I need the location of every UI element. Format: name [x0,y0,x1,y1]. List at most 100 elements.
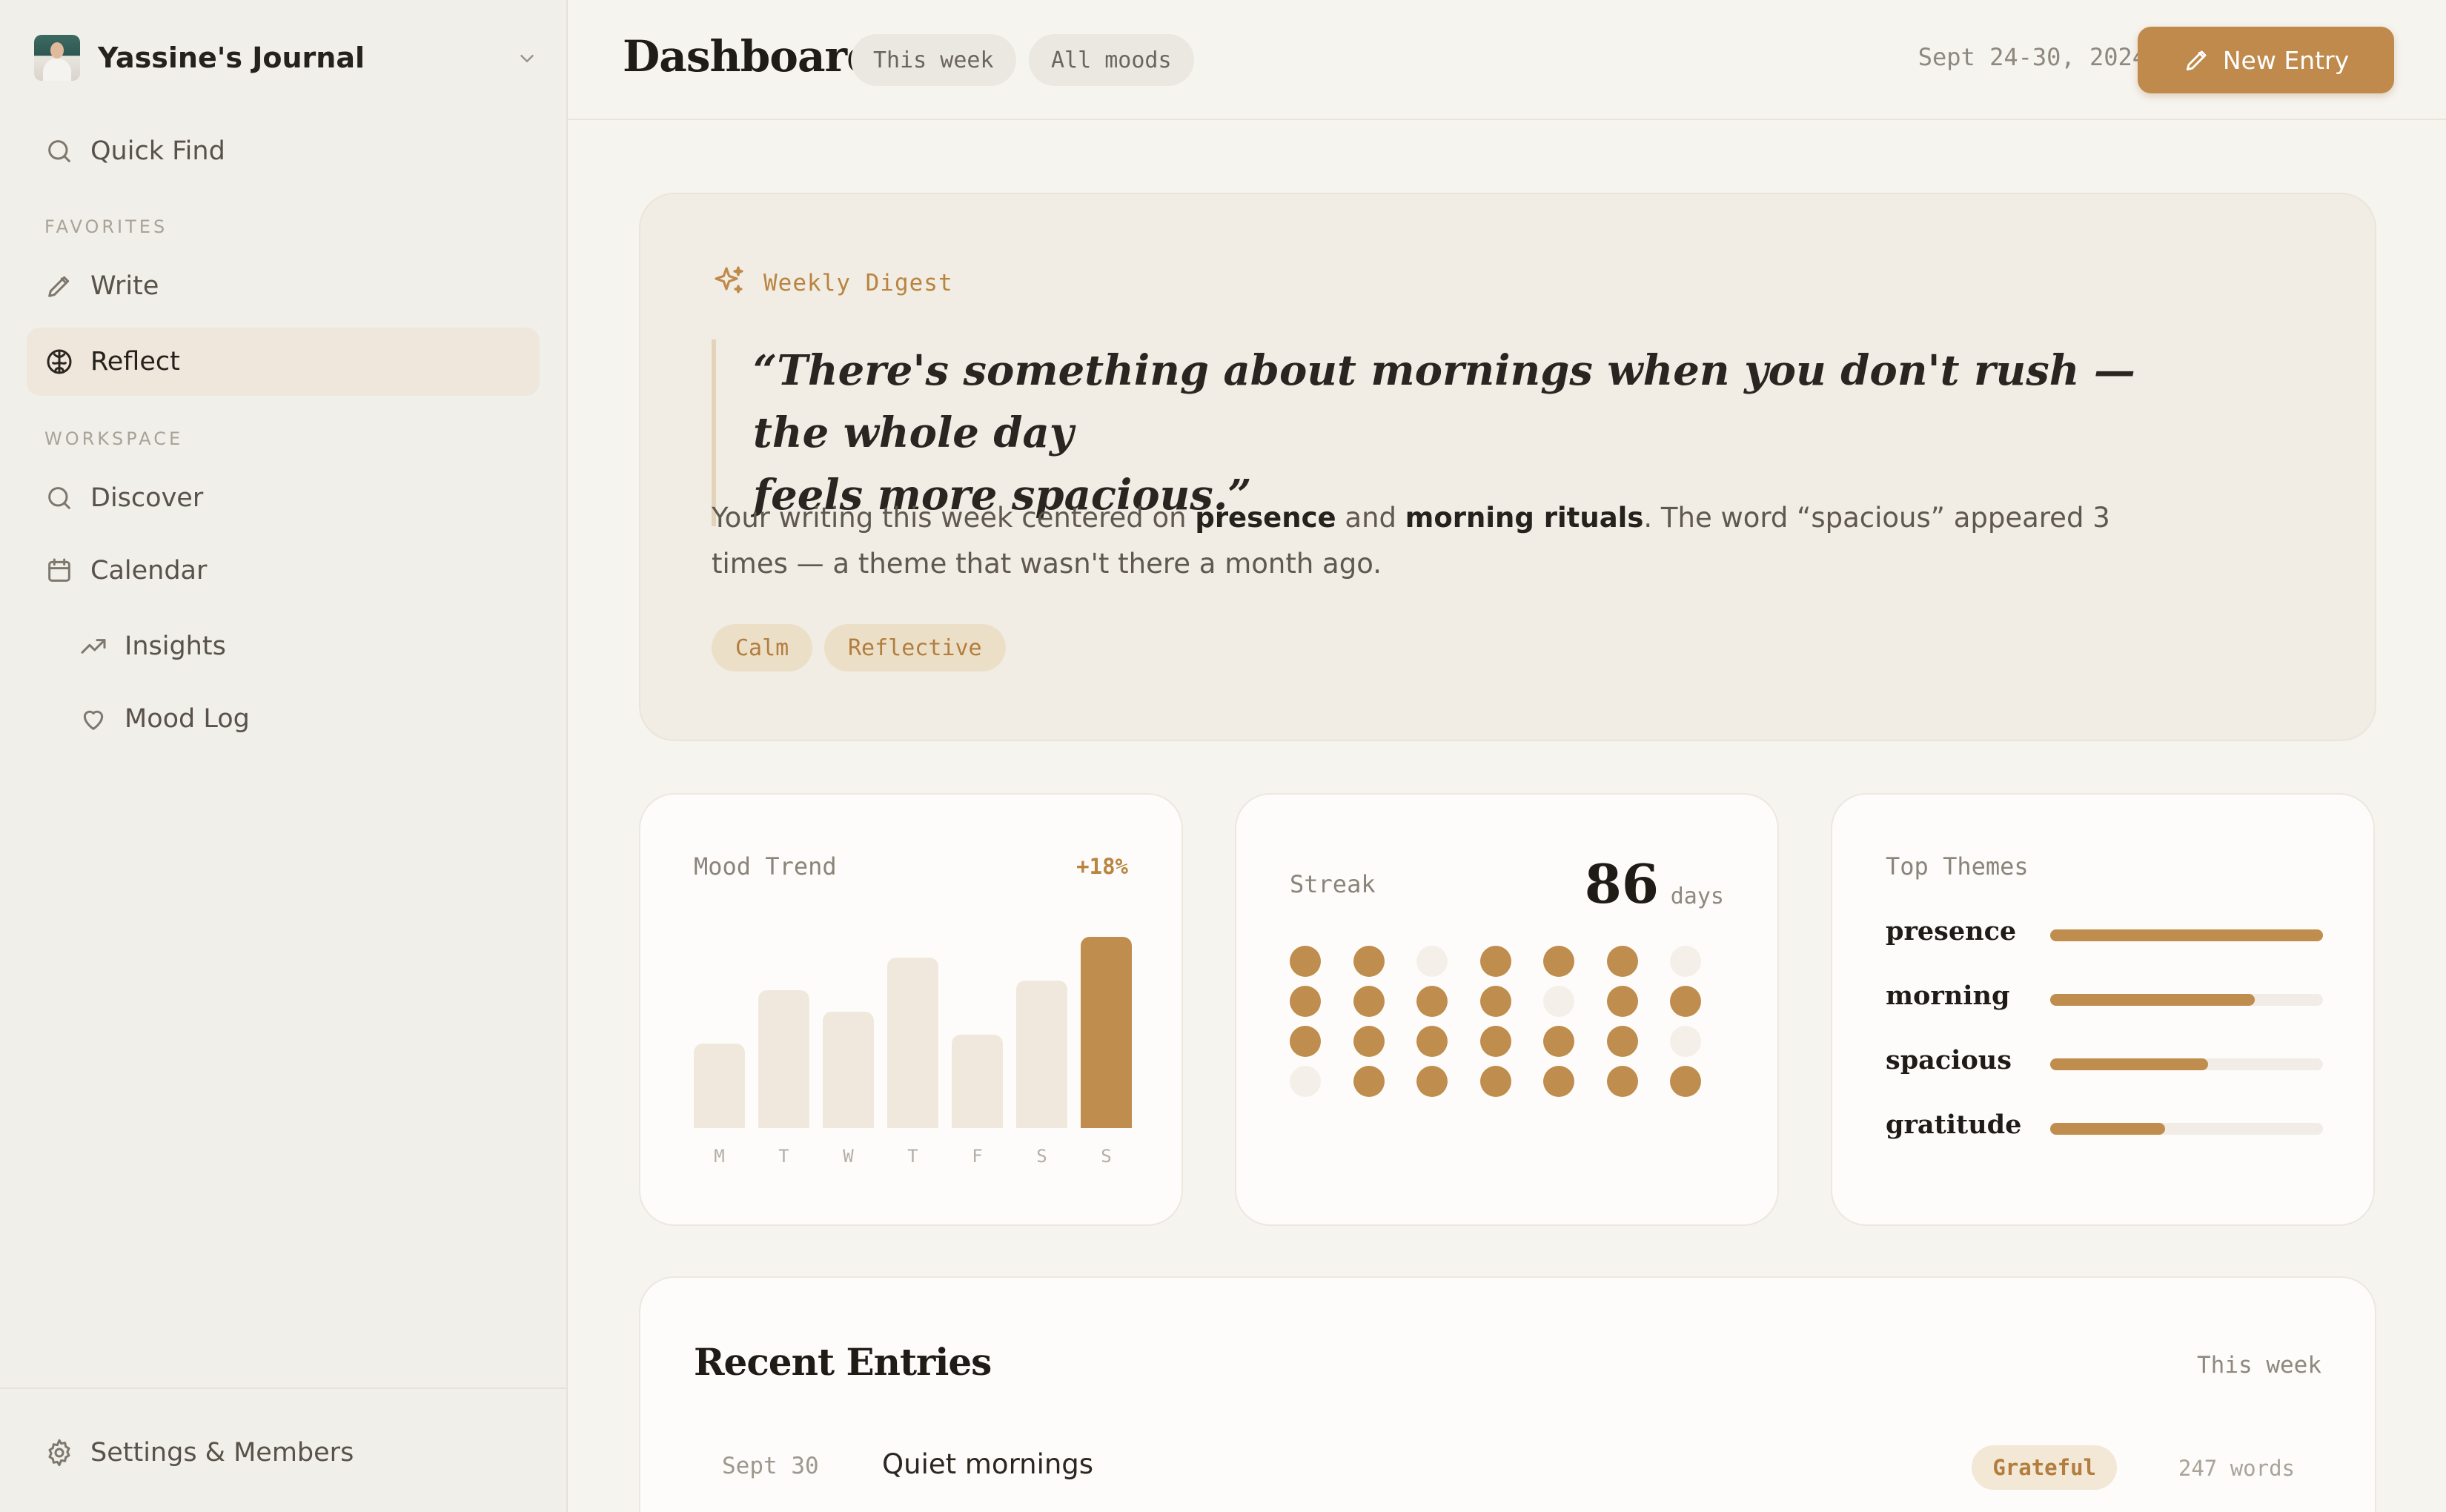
sidebar-item-label: Calendar [90,556,208,586]
streak-dot [1416,1026,1448,1057]
tag-reflective[interactable]: Reflective [824,624,1006,672]
summary-text: Your writing this week centered on [712,502,1196,534]
recent-entries-card: Recent Entries This week Sept 30 Quiet m… [639,1276,2376,1512]
streak-dot [1416,946,1448,977]
streak-dot [1290,946,1321,977]
weekly-digest-header: Weekly Digest [712,264,953,302]
quick-find[interactable]: Quick Find [27,117,540,185]
sidebar-item-label: Mood Log [125,704,250,734]
theme-bar-fill [2050,929,2323,941]
mood-bar[interactable] [823,1012,874,1128]
filter-all-moods[interactable]: All moods [1029,34,1194,86]
top-bar: Dashboard This week All moods Sept 24-30… [568,0,2446,120]
entry-date: Sept 30 [722,1453,819,1479]
mood-bar[interactable] [887,958,938,1128]
sidebar-item-calendar[interactable]: Calendar [27,537,540,605]
streak-dot [1670,1066,1701,1097]
sidebar-item-mood-log[interactable]: Mood Log [27,685,540,753]
chevron-down-icon [516,47,538,73]
theme-bar-fill [2050,1123,2165,1135]
theme-bar-fill [2050,994,2255,1006]
sidebar-footer: Settings & Members [0,1387,566,1512]
streak-dot [1670,1026,1701,1057]
sidebar-item-write[interactable]: Write [27,252,540,320]
sidebar-item-label: Write [90,271,159,301]
sidebar-item-reflect[interactable]: Reflect [27,328,540,396]
theme-bar [2050,929,2323,941]
streak-dot [1290,1026,1321,1057]
sidebar-item-insights[interactable]: Insights [27,612,540,680]
streak-dot [1543,1026,1574,1057]
workspace-switcher[interactable]: Yassine's Journal [34,33,538,83]
streak-dot [1353,986,1385,1017]
page-title: Dashboard [623,31,877,82]
sidebar: Yassine's Journal Quick Find FAVORITES W… [0,0,568,1512]
streak-dot [1543,986,1574,1017]
theme-bar [2050,1058,2323,1070]
streak-dot [1606,1026,1638,1057]
streak-dot [1353,1066,1385,1097]
calendar-icon [44,556,74,586]
streak-dot [1606,1066,1638,1097]
streak-dot [1479,986,1511,1017]
mood-trend-card: Mood Trend +18% M T W T F S S [639,793,1183,1226]
brain-icon [44,347,74,377]
mood-trend-title: Mood Trend [694,852,837,881]
new-entry-button[interactable]: New Entry [2138,27,2394,93]
streak-dot [1353,946,1385,977]
weekly-digest-card: Weekly Digest “There's something about m… [639,193,2376,741]
streak-dot [1479,1026,1511,1057]
sidebar-item-discover[interactable]: Discover [27,464,540,532]
theme-bar-fill [2050,1058,2209,1070]
theme-label: presence [1886,916,2017,946]
entry-mood-badge: Grateful [1972,1445,2117,1490]
pencil-icon [44,271,74,301]
streak-dot [1543,1066,1574,1097]
streak-unit: days [1670,883,1724,909]
summary-keyword: morning rituals [1405,502,1644,534]
streak-dot [1353,1026,1385,1057]
search-icon [44,483,74,513]
streak-dot [1606,946,1638,977]
streak-count: 86 [1584,852,1659,915]
theme-label: spacious [1886,1045,2012,1075]
day-label: M [714,1146,725,1167]
gear-icon [44,1438,74,1468]
streak-dot [1606,986,1638,1017]
theme-bar [2050,1123,2323,1135]
settings-members-label: Settings & Members [90,1438,354,1468]
tag-calm[interactable]: Calm [712,624,813,672]
date-range: Sept 24-30, 2024 [1918,43,2147,71]
streak-card: Streak 86 days [1235,793,1779,1226]
recent-entries-title: Recent Entries [694,1340,992,1384]
mood-bar[interactable] [1081,937,1132,1128]
filter-this-week[interactable]: This week [851,34,1016,86]
sidebar-item-label: Discover [90,483,204,513]
settings-members-link[interactable]: Settings & Members [27,1419,540,1487]
streak-dot [1416,1066,1448,1097]
streak-dot [1543,946,1574,977]
mood-bar[interactable] [694,1044,745,1128]
recent-entries-filter[interactable]: This week [2197,1352,2321,1379]
streak-title: Streak [1290,870,1376,898]
streak-dot [1416,986,1448,1017]
streak-dot [1290,986,1321,1017]
heart-icon [79,704,108,734]
streak-dot [1479,1066,1511,1097]
theme-label: gratitude [1886,1110,2022,1140]
streak-dot [1290,1066,1321,1097]
weekly-digest-label: Weekly Digest [763,270,953,296]
search-icon [44,136,74,166]
streak-dot [1479,946,1511,977]
day-label: S [1101,1146,1112,1167]
mood-bar[interactable] [758,990,809,1128]
summary-text: and [1336,502,1405,534]
streak-dot [1670,946,1701,977]
mood-bar[interactable] [952,1035,1003,1128]
pencil-icon [2183,46,2211,74]
day-label: S [1036,1146,1047,1167]
streak-dot [1670,986,1701,1017]
mood-trend-change: +18% [1076,854,1128,879]
mood-bar[interactable] [1016,981,1067,1128]
top-themes-title: Top Themes [1886,852,2029,881]
